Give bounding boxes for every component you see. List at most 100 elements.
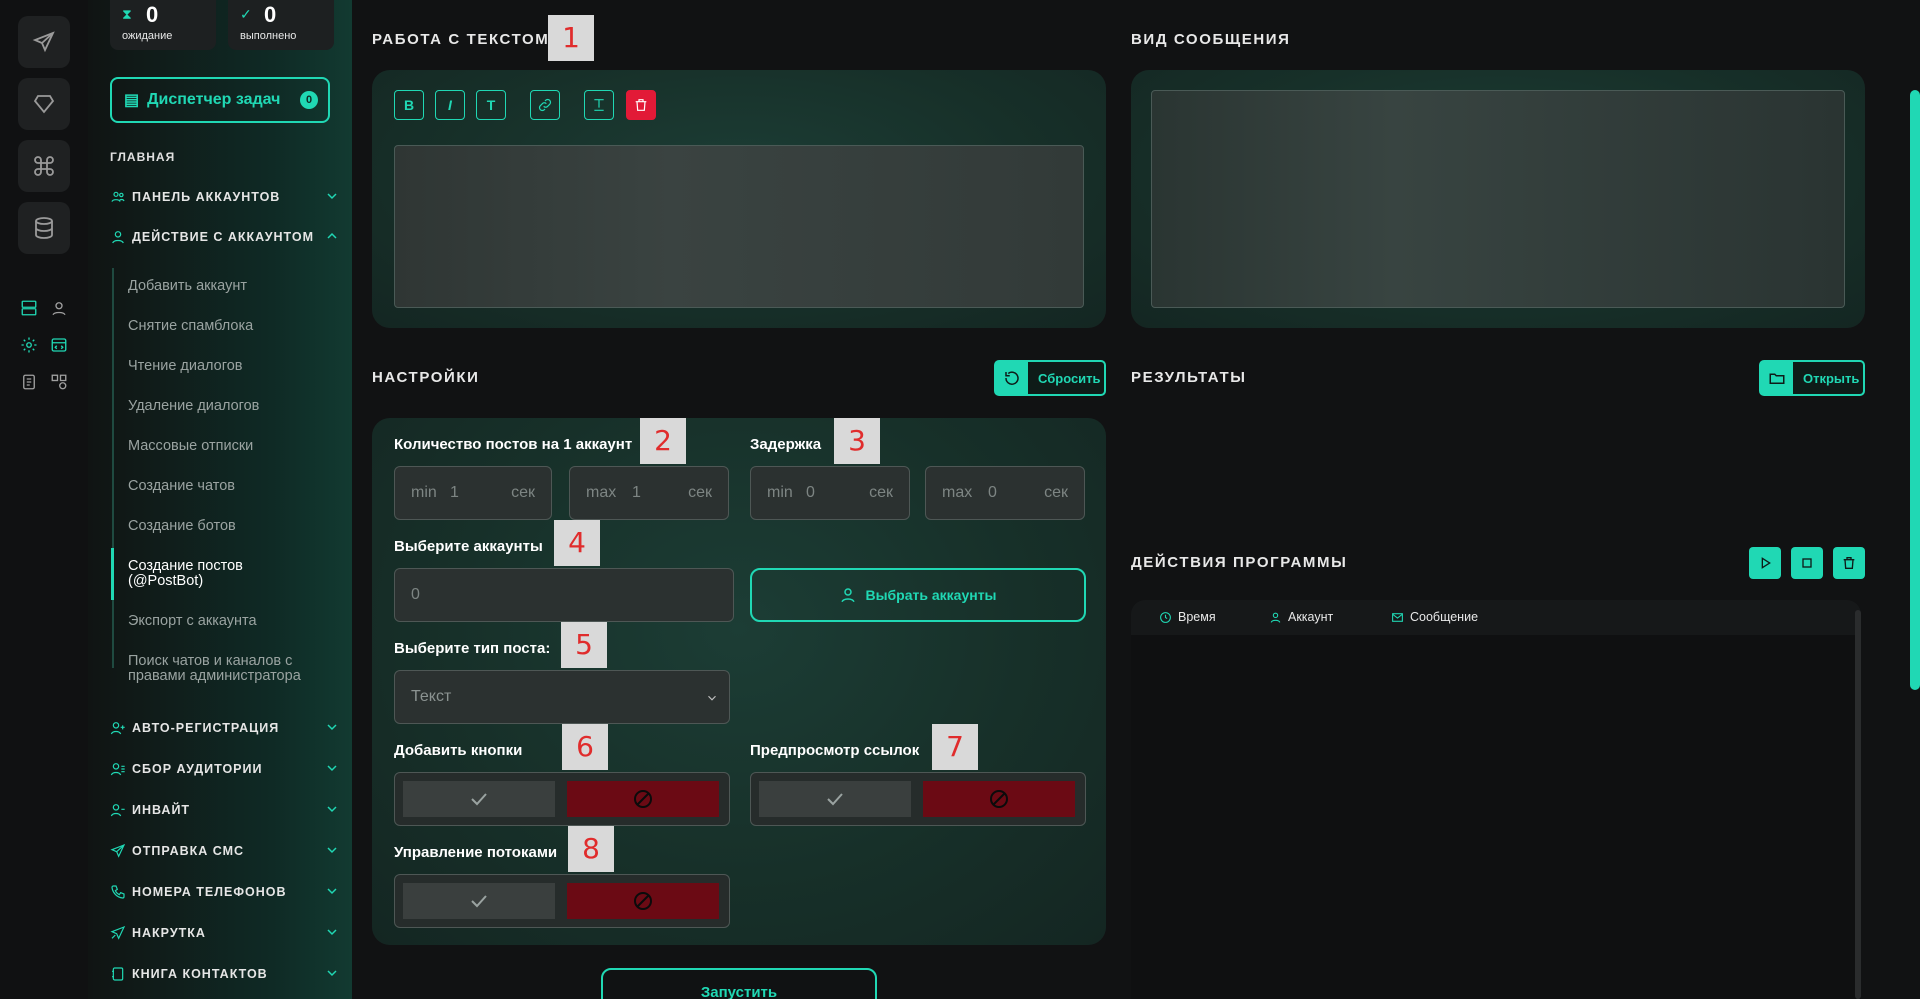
sidebar-section-main: ГЛАВНАЯ [110,150,176,164]
sidebar-group-label: ПАНЕЛЬ АККАУНТОВ [132,190,281,204]
choose-accounts-label: Выбрать аккаунты [865,587,997,603]
app-root: ⧗ 0 ожидание ✓ 0 выполнено ▤ Диспетчер з… [0,0,1920,999]
actions-log-header: Время Аккаунт Сообщение [1131,600,1861,635]
sidebar-group-invite[interactable]: ИНВАЙТ [110,798,340,822]
rail-diamond-button[interactable] [18,78,70,130]
input-prefix: min [767,484,793,501]
add-buttons-no[interactable] [567,781,719,817]
rail-command-button[interactable] [18,140,70,192]
users-icon [111,191,125,202]
rail-settings-button[interactable] [18,334,40,356]
sidebar-group-boost[interactable]: НАКРУТКА [110,921,340,945]
sidebar-group-audience[interactable]: СБОР АУДИТОРИИ [110,757,340,781]
actions-clear-button[interactable] [1833,547,1865,579]
check-icon [471,793,487,806]
rail-database-button[interactable] [18,202,70,254]
sidebar-item-create-bots[interactable]: Создание ботов [128,519,338,534]
actions-stop-button[interactable] [1791,547,1823,579]
sidebar-item-delete-dialogs[interactable]: Удаление диалогов [128,399,338,414]
actions-log-scrollbar[interactable] [1855,610,1861,999]
log-column-account[interactable]: Аккаунт [1269,610,1333,624]
run-button[interactable]: Запустить [601,968,877,999]
posts-max-input[interactable]: max 1 сек [569,466,729,520]
marker-6: 6 [562,724,608,770]
page-scrollbar[interactable] [1910,90,1920,690]
sidebar-item-spamblock[interactable]: Снятие спамблока [128,319,338,334]
submenu-active-indicator [111,548,114,600]
post-type-select[interactable]: Текст [394,670,730,724]
link-button[interactable] [530,90,560,120]
user-icon [841,588,856,603]
hourglass-icon: ⧗ [122,6,132,22]
accounts-count-input[interactable]: 0 [394,568,734,622]
user-pin-icon [52,302,66,316]
rail-notes-button[interactable] [18,371,40,393]
link-preview-label: Предпросмотр ссылок [750,742,920,759]
user-invite-icon [110,804,125,817]
reset-label: Сбросить [1038,370,1101,386]
reset-button[interactable]: Сбросить [994,360,1106,396]
threads-no[interactable] [567,883,719,919]
chevron-up-icon [327,232,337,239]
settings-title: НАСТРОЙКИ [372,369,480,386]
bold-button[interactable]: B [394,90,424,120]
log-column-label: Время [1178,610,1216,624]
link-preview-yes[interactable] [759,781,911,817]
delete-format-button[interactable] [626,90,656,120]
sidebar-group-contacts[interactable]: КНИГА КОНТАКТОВ [110,962,340,986]
link-preview-no[interactable] [923,781,1075,817]
task-dispatcher-button[interactable]: ▤ Диспетчер задач 0 [110,77,330,123]
chevron-down-icon [327,765,337,772]
sidebar-group-accounts-panel[interactable]: ПАНЕЛЬ АККАУНТОВ [110,185,340,209]
sidebar-group-phone-numbers[interactable]: НОМЕРА ТЕЛЕФОНОВ [110,880,340,904]
link-icon [538,98,552,112]
stat-done-count: 0 [264,2,277,27]
sidebar-item-read-dialogs[interactable]: Чтение диалогов [128,359,338,374]
posts-min-input[interactable]: min 1 сек [394,466,552,520]
threads-label: Управление потоками [394,844,558,861]
sidebar-item-add-account[interactable]: Добавить аккаунт [128,279,338,294]
marker-3: 3 [834,418,880,464]
threads-yes[interactable] [403,883,555,919]
run-label: Запустить [700,984,778,999]
log-column-time[interactable]: Время [1159,610,1216,624]
sidebar-group-account-actions[interactable]: ДЕЙСТВИЕ С АККАУНТОМ [110,225,340,249]
marker-5: 5 [561,622,607,668]
sidebar-item-export-account[interactable]: Экспорт с аккаунта [128,614,338,629]
rail-user-pin-button[interactable] [48,297,70,319]
log-column-message[interactable]: Сообщение [1391,610,1478,624]
delay-min-input[interactable]: min 0 сек [750,466,910,520]
rail-code-button[interactable] [48,334,70,356]
chevron-down-icon [327,929,337,936]
chevron-down-icon [327,806,337,813]
sidebar-item-create-posts[interactable]: Создание постов (@PostBot) [128,559,278,589]
chevron-down-icon [327,970,337,977]
rail-server-button[interactable] [18,297,40,319]
send-icon [32,31,55,53]
sidebar-group-auto-registration[interactable]: АВТО-РЕГИСТРАЦИЯ [110,716,340,740]
sidebar-item-create-chats[interactable]: Создание чатов [128,479,338,494]
stat-waiting-count: 0 [146,2,159,27]
italic-button[interactable]: I [435,90,465,120]
open-results-button[interactable]: Открыть [1759,360,1865,396]
check-circle-icon: ✓ [240,6,252,22]
post-text-editor[interactable] [394,145,1084,308]
sidebar-group-sms[interactable]: ОТПРАВКА СМС [110,839,340,863]
actions-play-button[interactable] [1749,547,1781,579]
trash-icon [635,99,647,111]
sidebar-item-admin-search[interactable]: Поиск чатов и каналов с правами админист… [128,654,328,684]
threads-toggle [394,874,730,928]
rail-shapes-button[interactable] [48,371,70,393]
input-suffix: сек [688,484,712,501]
delay-max-input[interactable]: max 0 сек [925,466,1085,520]
rail-send-button[interactable] [18,16,70,68]
input-suffix: сек [869,484,893,501]
results-title: РЕЗУЛЬТАТЫ [1131,369,1247,386]
chevron-down-icon [708,695,716,701]
sidebar-item-mass-unsubscribe[interactable]: Массовые отписки [128,439,338,454]
task-dispatcher-label: Диспетчер задач [147,91,281,108]
format-button[interactable] [584,90,614,120]
plain-text-button[interactable]: T [476,90,506,120]
choose-accounts-button[interactable]: Выбрать аккаунты [750,568,1086,622]
add-buttons-yes[interactable] [403,781,555,817]
